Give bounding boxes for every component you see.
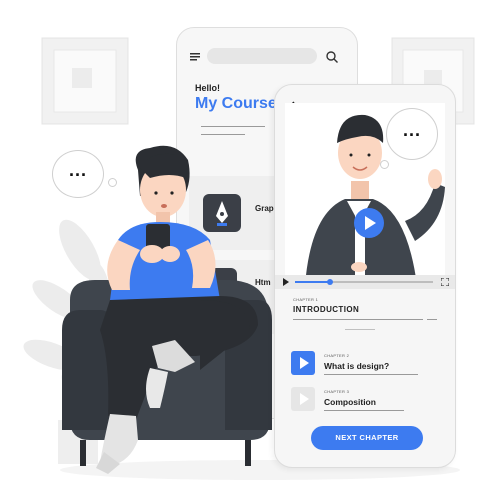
chapter-title: Composition xyxy=(324,397,376,407)
bubble-tail-dot xyxy=(380,160,389,169)
text-line xyxy=(345,329,375,330)
next-chapter-button[interactable]: NEXT CHAPTER xyxy=(311,426,423,450)
speech-bubble-right: ... xyxy=(386,108,438,160)
progress-fill xyxy=(295,281,330,283)
text-line xyxy=(324,410,404,411)
chapter-title: What is design? xyxy=(324,361,390,371)
chapter-item[interactable]: CHAPTER 2 What is design? xyxy=(291,349,441,379)
text-line xyxy=(324,374,418,375)
progress-thumb[interactable] xyxy=(326,279,333,285)
fullscreen-icon[interactable] xyxy=(441,278,449,286)
bubble-tail-dot xyxy=(108,178,117,187)
text-line xyxy=(427,319,437,320)
progress-track[interactable] xyxy=(295,279,433,285)
chapter-tag: CHAPTER 3 xyxy=(324,389,350,394)
play-icon[interactable] xyxy=(282,278,290,286)
chapter-title: INTRODUCTION xyxy=(293,305,360,314)
chapter-play-icon xyxy=(291,351,315,375)
chapter-tag: CHAPTER 2 xyxy=(324,353,350,358)
text-line xyxy=(293,319,423,320)
speech-bubble-left: ... xyxy=(52,150,104,198)
player-controls xyxy=(275,275,455,289)
play-video-icon[interactable] xyxy=(353,207,385,239)
chapter-play-icon xyxy=(291,387,315,411)
chapter-item[interactable]: CHAPTER 3 Composition xyxy=(291,385,441,415)
chapter-tag: CHAPTER 1 xyxy=(293,297,319,302)
illustration-scene: Hello! My Courses Grap Htm st xyxy=(0,0,500,500)
